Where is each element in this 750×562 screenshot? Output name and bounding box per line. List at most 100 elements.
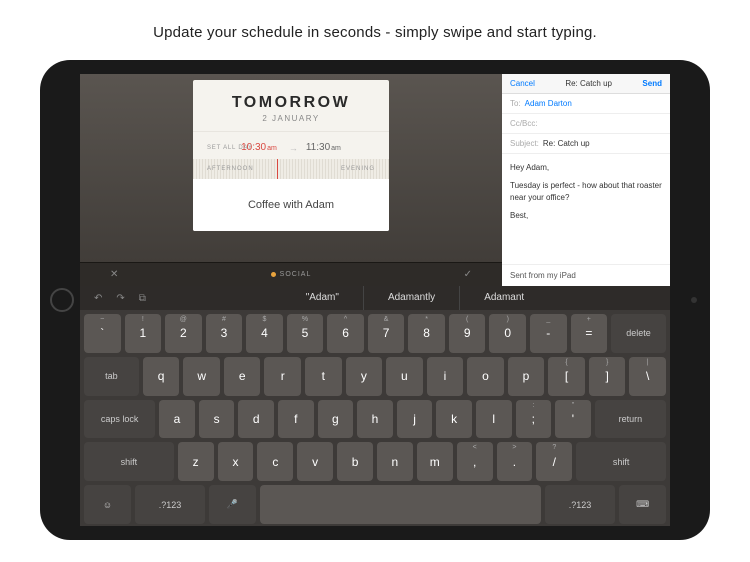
key-space[interactable]	[260, 485, 541, 524]
key-6[interactable]: ^6	[327, 314, 364, 353]
key-9[interactable]: (9	[449, 314, 486, 353]
key-t[interactable]: t	[305, 357, 342, 396]
event-editor-card[interactable]: TOMORROW 2 JANUARY SET ALL DAY 10:30am →…	[193, 80, 389, 231]
key-7[interactable]: &7	[368, 314, 405, 353]
key-f[interactable]: f	[278, 400, 314, 439]
key-shift-right[interactable]: shift	[576, 442, 666, 481]
key-capslock[interactable]: caps lock	[84, 400, 155, 439]
mail-to-value[interactable]: Adam Darton	[525, 99, 572, 108]
event-title-input[interactable]: Coffee with Adam	[193, 179, 389, 231]
key-5[interactable]: %5	[287, 314, 324, 353]
key-bracket-1[interactable]: }]	[589, 357, 626, 396]
key-punct-1[interactable]: "'	[555, 400, 591, 439]
key-p[interactable]: p	[508, 357, 545, 396]
mail-body-textarea[interactable]: Hey Adam, Tuesday is perfect - how about…	[502, 154, 670, 264]
paste-icon[interactable]: ⧉	[139, 293, 146, 304]
key-dictation[interactable]: 🎤	[209, 485, 256, 524]
undo-icon[interactable]: ↶	[94, 293, 102, 304]
suggestion-2[interactable]: Adamantly	[363, 286, 459, 310]
set-all-day-label[interactable]: SET ALL DAY	[207, 145, 253, 151]
key-j[interactable]: j	[397, 400, 433, 439]
suggestion-1[interactable]: "Adam"	[282, 286, 363, 310]
keyboard-suggestion-bar: ↶ ↷ ⧉ "Adam" Adamantly Adamant	[80, 286, 670, 310]
key-m[interactable]: m	[417, 442, 453, 481]
key-tab[interactable]: tab	[84, 357, 139, 396]
key-w[interactable]: w	[183, 357, 220, 396]
mail-subject-label: Subject:	[510, 139, 539, 148]
key-l[interactable]: l	[476, 400, 512, 439]
mail-signature: Sent from my iPad	[502, 264, 670, 286]
key-c[interactable]: c	[257, 442, 293, 481]
key-h[interactable]: h	[357, 400, 393, 439]
keyboard-rows: ~`!1@2#3$4%5^6&7*8(9)0_-+=delete tabqwer…	[80, 310, 670, 526]
key-numeric-left[interactable]: .?123	[135, 485, 205, 524]
mail-subject-value[interactable]: Re: Catch up	[543, 139, 590, 148]
redo-icon[interactable]: ↷	[116, 293, 124, 304]
time-ruler[interactable]: AFTERNOON EVENING	[193, 159, 389, 179]
key-s[interactable]: s	[199, 400, 235, 439]
cancel-event-button[interactable]: ✕	[110, 269, 118, 280]
key-r[interactable]: r	[264, 357, 301, 396]
key-4[interactable]: $4	[246, 314, 283, 353]
key-e[interactable]: e	[224, 357, 261, 396]
key-z[interactable]: z	[178, 442, 214, 481]
event-end-time[interactable]: 11:30am	[306, 142, 341, 153]
category-color-dot	[271, 272, 276, 277]
ipad-device-frame: TOMORROW 2 JANUARY SET ALL DAY 10:30am →…	[40, 60, 710, 540]
front-camera	[691, 297, 697, 303]
key-y[interactable]: y	[346, 357, 383, 396]
key-d[interactable]: d	[238, 400, 274, 439]
key-punct-0[interactable]: :;	[516, 400, 552, 439]
key-1[interactable]: !1	[125, 314, 162, 353]
key-a[interactable]: a	[159, 400, 195, 439]
key-u[interactable]: u	[386, 357, 423, 396]
key-numeric-right[interactable]: .?123	[545, 485, 615, 524]
key-sym-1[interactable]: >.	[497, 442, 533, 481]
key-b[interactable]: b	[337, 442, 373, 481]
key-bracket-2[interactable]: |\	[629, 357, 666, 396]
mail-to-field[interactable]: To: Adam Darton	[502, 94, 670, 114]
home-button[interactable]	[50, 288, 74, 312]
key-g[interactable]: g	[318, 400, 354, 439]
confirm-event-button[interactable]: ✓	[464, 269, 472, 280]
key-row-1: ~`!1@2#3$4%5^6&7*8(9)0_-+=delete	[84, 314, 666, 353]
key-sym-0[interactable]: <,	[457, 442, 493, 481]
suggestion-3[interactable]: Adamant	[459, 286, 548, 310]
key-sym-2[interactable]: ?/	[536, 442, 572, 481]
key-8[interactable]: *8	[408, 314, 445, 353]
key-n[interactable]: n	[377, 442, 413, 481]
ipad-screen: TOMORROW 2 JANUARY SET ALL DAY 10:30am →…	[80, 74, 670, 526]
key-0[interactable]: )0	[489, 314, 526, 353]
key-q[interactable]: q	[143, 357, 180, 396]
mail-send-button[interactable]: Send	[642, 79, 662, 88]
time-arrow-icon: →	[289, 143, 298, 153]
mail-subject-field[interactable]: Subject: Re: Catch up	[502, 134, 670, 154]
event-category-badge[interactable]: SOCIAL	[271, 271, 312, 278]
key-delete[interactable]: delete	[611, 314, 666, 353]
event-time-row[interactable]: SET ALL DAY 10:30am → 11:30am	[193, 131, 389, 159]
ruler-current-tick	[277, 159, 278, 179]
key-emoji[interactable]: ☺	[84, 485, 131, 524]
key-k[interactable]: k	[436, 400, 472, 439]
key-return[interactable]: return	[595, 400, 666, 439]
mail-ccbcc-field[interactable]: Cc/Bcc:	[502, 114, 670, 134]
onscreen-keyboard: ↶ ↷ ⧉ "Adam" Adamantly Adamant ~`!1@2#3$…	[80, 286, 670, 526]
key-x[interactable]: x	[218, 442, 254, 481]
suggestion-toolbar-icons: ↶ ↷ ⧉	[80, 293, 160, 304]
key-`[interactable]: ~`	[84, 314, 121, 353]
key-3[interactable]: #3	[206, 314, 243, 353]
key--[interactable]: _-	[530, 314, 567, 353]
key-shift-left[interactable]: shift	[84, 442, 174, 481]
key-hide-keyboard[interactable]: ⌨	[619, 485, 666, 524]
ruler-afternoon-label: AFTERNOON	[207, 166, 254, 172]
key-i[interactable]: i	[427, 357, 464, 396]
key-2[interactable]: @2	[165, 314, 202, 353]
mail-cancel-button[interactable]: Cancel	[510, 79, 535, 88]
key-o[interactable]: o	[467, 357, 504, 396]
key-bracket-0[interactable]: {[	[548, 357, 585, 396]
mail-compose-panel: Cancel Re: Catch up Send To: Adam Darton…	[502, 74, 670, 286]
mail-title: Re: Catch up	[565, 79, 612, 88]
key-row-2: tabqwertyuiop{[}]|\	[84, 357, 666, 396]
key-=[interactable]: +=	[571, 314, 608, 353]
key-v[interactable]: v	[297, 442, 333, 481]
